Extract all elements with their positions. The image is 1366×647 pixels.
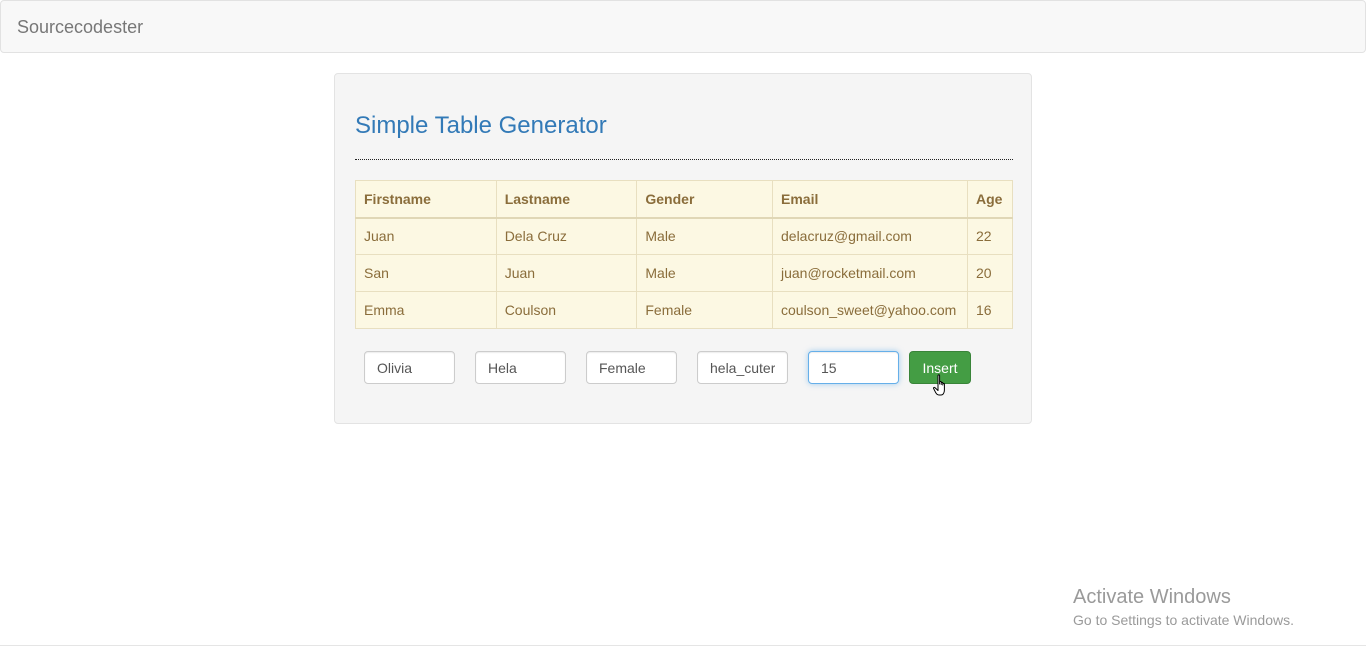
email-input[interactable]: [697, 351, 788, 384]
cell-firstname: Juan: [355, 217, 497, 255]
page-title: Simple Table Generator: [355, 112, 607, 139]
gender-input[interactable]: [586, 351, 677, 384]
cell-firstname: Emma: [355, 291, 497, 329]
activate-windows-watermark: Activate Windows Go to Settings to activ…: [1073, 586, 1294, 629]
cell-lastname: Juan: [495, 254, 638, 292]
cell-gender: Male: [636, 254, 773, 292]
bottom-divider: [0, 645, 1366, 646]
cell-email: juan@rocketmail.com: [772, 254, 968, 292]
cell-gender: Male: [636, 217, 773, 255]
cell-age: 16: [966, 291, 1014, 329]
data-table: Firstname Lastname Gender Email Age Juan…: [355, 180, 1014, 329]
cell-email: delacruz@gmail.com: [772, 217, 968, 255]
cell-age: 20: [966, 254, 1014, 292]
header-firstname: Firstname: [355, 180, 497, 219]
header-age: Age: [966, 180, 1014, 219]
table-header-row: Firstname Lastname Gender Email Age: [355, 180, 1014, 219]
age-input[interactable]: [808, 351, 899, 384]
firstname-input[interactable]: [364, 351, 455, 384]
navbar: Sourcecodester: [0, 0, 1366, 53]
cell-lastname: Coulson: [495, 291, 638, 329]
table-row: Juan Dela Cruz Male delacruz@gmail.com 2…: [355, 217, 1014, 255]
header-gender: Gender: [636, 180, 773, 219]
header-lastname: Lastname: [495, 180, 638, 219]
navbar-brand[interactable]: Sourcecodester: [17, 17, 143, 37]
table-row: Emma Coulson Female coulson_sweet@yahoo.…: [355, 291, 1014, 329]
cell-email: coulson_sweet@yahoo.com: [772, 291, 968, 329]
table-row: San Juan Male juan@rocketmail.com 20: [355, 254, 1014, 292]
header-email: Email: [772, 180, 968, 219]
title-divider: [355, 159, 1013, 160]
cell-gender: Female: [636, 291, 773, 329]
watermark-title: Activate Windows: [1073, 586, 1231, 608]
lastname-input[interactable]: [475, 351, 566, 384]
cell-age: 22: [966, 217, 1014, 255]
cell-firstname: San: [355, 254, 497, 292]
hand-cursor-icon: [933, 374, 945, 396]
page: Sourcecodester Simple Table Generator Fi…: [0, 0, 1366, 647]
generator-panel: Simple Table Generator Firstname Lastnam…: [334, 73, 1032, 424]
watermark-subtitle: Go to Settings to activate Windows.: [1073, 612, 1294, 628]
cell-lastname: Dela Cruz: [495, 217, 638, 255]
